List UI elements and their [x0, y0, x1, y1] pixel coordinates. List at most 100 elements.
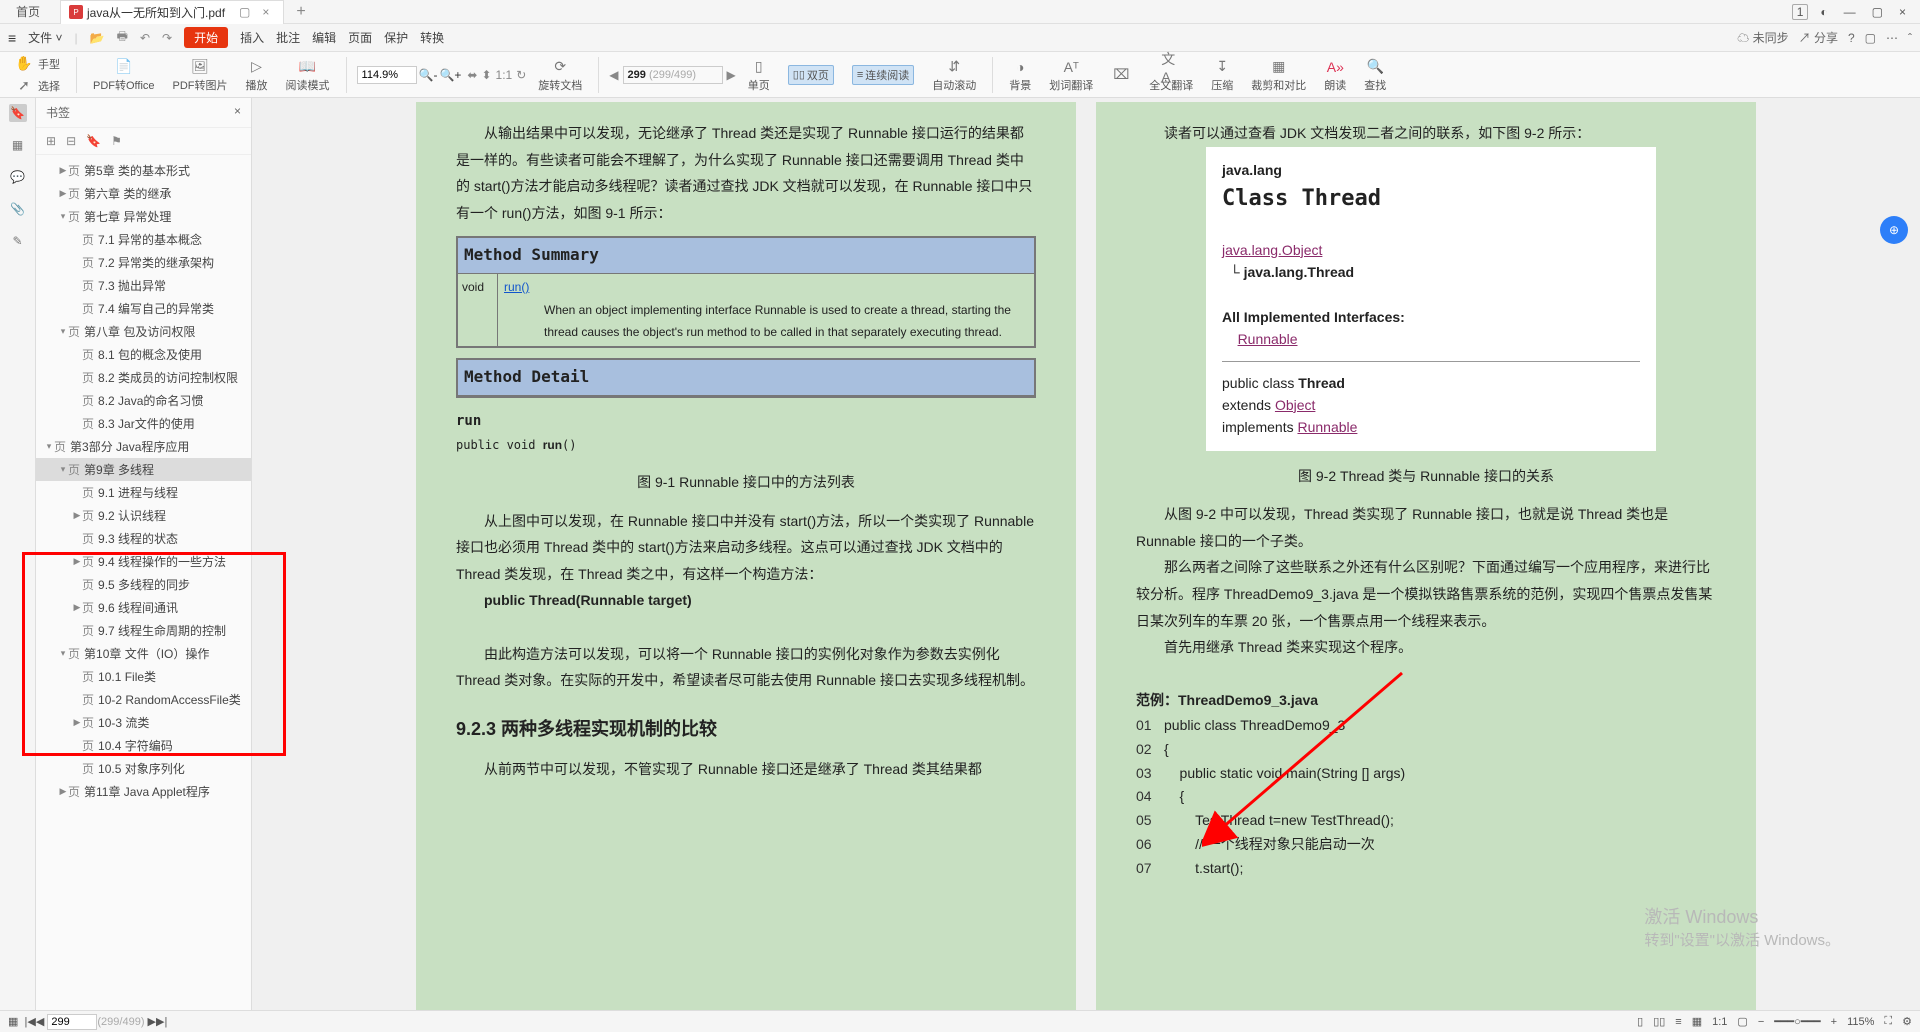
bookmark-item[interactable]: ▾页第10章 文件（IO）操作	[36, 642, 251, 665]
sb-page-input[interactable]	[47, 1014, 97, 1030]
sb-zoom-out-icon[interactable]: −	[1758, 1016, 1764, 1028]
bookmark-item[interactable]: 页7.2 异常类的继承架构	[36, 251, 251, 274]
sb-last-page-icon[interactable]: ▶|	[156, 1015, 167, 1028]
attachment-panel-icon[interactable]: 📎	[9, 200, 27, 218]
menu-start[interactable]: 开始	[184, 27, 228, 48]
bookmark-item[interactable]: ▶页10-3 流类	[36, 711, 251, 734]
menu-file[interactable]: 文件 ˅	[28, 29, 62, 46]
fit-page-icon[interactable]: ⬍	[481, 68, 491, 82]
page-input[interactable]: 299 (299/499)	[623, 66, 723, 84]
menu-annotate[interactable]: 批注	[276, 29, 300, 46]
avatar-icon[interactable]: ◐	[1816, 3, 1831, 21]
bookmark-item[interactable]: ▶页9.6 线程间通讯	[36, 596, 251, 619]
open-icon[interactable]: 📂	[90, 31, 105, 45]
sb-view1-icon[interactable]: ▯	[1637, 1015, 1643, 1028]
hand-tool[interactable]: ✋手型	[8, 54, 66, 74]
javadoc-link[interactable]: java.lang.Object	[1222, 242, 1322, 258]
bookmark-tree[interactable]: ▶页第5章 类的基本形式▶页第六章 类的继承▾页第七章 异常处理页7.1 异常的…	[36, 155, 251, 1010]
background[interactable]: ◑背景	[1003, 57, 1037, 93]
bookmark-item[interactable]: ▾页第八章 包及访问权限	[36, 320, 251, 343]
tab-close-icon[interactable]: ×	[256, 5, 275, 19]
javadoc-link[interactable]: Object	[1275, 397, 1315, 413]
bookmark-item[interactable]: 页9.5 多线程的同步	[36, 573, 251, 596]
minimize-icon[interactable]: —	[1840, 3, 1860, 21]
read-aloud[interactable]: A»朗读	[1318, 57, 1352, 93]
comment-panel-icon[interactable]: 💬	[9, 168, 27, 186]
collapse-all-icon[interactable]: ⊟	[66, 134, 76, 148]
zoom-input[interactable]	[357, 66, 417, 84]
bookmark-panel-icon[interactable]: 🔖	[9, 104, 27, 122]
document-view[interactable]: 从输出结果中可以发现，无论继承了 Thread 类还是实现了 Runnable …	[252, 98, 1920, 1010]
add-bookmark-icon[interactable]: 🔖	[86, 134, 101, 148]
bookmark-close-icon[interactable]: ×	[234, 104, 241, 121]
crop-compare[interactable]: ▦裁剪和对比	[1245, 57, 1312, 93]
bookmark-item[interactable]: ▶页第5章 类的基本形式	[36, 159, 251, 182]
bookmark-item[interactable]: ▶页9.2 认识线程	[36, 504, 251, 527]
bookmark-item[interactable]: 页8.3 Jar文件的使用	[36, 412, 251, 435]
play-button[interactable]: ▷播放	[240, 57, 274, 93]
sb-1to1-icon[interactable]: 1:1	[1712, 1016, 1727, 1028]
collapse-ribbon-icon[interactable]: ˆ	[1908, 31, 1912, 45]
bookmark-item[interactable]: 页9.1 进程与线程	[36, 481, 251, 504]
bookmark-item[interactable]: ▾页第七章 异常处理	[36, 205, 251, 228]
bookmark-item[interactable]: 页10.5 对象序列化	[36, 757, 251, 780]
bookmark-item[interactable]: ▾页第9章 多线程	[36, 458, 251, 481]
sb-prev-page-icon[interactable]: ◀	[36, 1015, 44, 1028]
bookmark-item[interactable]: 页9.7 线程生命周期的控制	[36, 619, 251, 642]
pdf-to-office[interactable]: 📄PDF转Office	[87, 57, 161, 93]
zoom-out-icon[interactable]: 🔍-	[419, 68, 438, 82]
read-mode[interactable]: 📖阅读模式	[280, 57, 336, 93]
menu-insert[interactable]: 插入	[240, 29, 264, 46]
bookmark-item[interactable]: 页8.2 Java的命名习惯	[36, 389, 251, 412]
more-icon[interactable]: ⋯	[1886, 31, 1898, 45]
menu-protect[interactable]: 保护	[384, 29, 408, 46]
hamburger-icon[interactable]: ≡	[8, 30, 16, 46]
pdf-to-image[interactable]: 🖼PDF转图片	[167, 57, 234, 93]
bookmark-item[interactable]: 页7.3 抛出异常	[36, 274, 251, 297]
undo-icon[interactable]: ↶	[140, 31, 150, 45]
single-page[interactable]: ▯单页	[742, 57, 776, 93]
signature-panel-icon[interactable]: ✎	[9, 232, 27, 250]
actual-size-icon[interactable]: 1:1	[496, 68, 513, 82]
ocr-icon[interactable]: ⌧	[1105, 65, 1137, 85]
close-window-icon[interactable]: ×	[1895, 3, 1910, 21]
bookmark-flag-icon[interactable]: ⚑	[111, 134, 122, 148]
full-translate[interactable]: 文A全文翻译	[1143, 57, 1199, 93]
menu-edit[interactable]: 编辑	[312, 29, 336, 46]
bookmark-item[interactable]: ▶页第11章 Java Applet程序	[36, 780, 251, 803]
sb-view3-icon[interactable]: ≡	[1675, 1016, 1681, 1028]
thumbnail-panel-icon[interactable]: ▦	[9, 136, 27, 154]
sb-fullscreen-icon[interactable]: ⛶	[1884, 1015, 1892, 1028]
select-translate[interactable]: Aᵀ划词翻译	[1043, 57, 1099, 93]
bookmark-item[interactable]: 页8.2 类成员的访问控制权限	[36, 366, 251, 389]
float-action-icon[interactable]: ⊕	[1880, 216, 1908, 244]
sb-next-page-icon[interactable]: ▶	[148, 1015, 156, 1028]
bookmark-item[interactable]: ▶页9.4 线程操作的一些方法	[36, 550, 251, 573]
sb-zoom-label[interactable]: 115%	[1847, 1016, 1874, 1028]
rotate-doc[interactable]: ⟳旋转文档	[532, 57, 588, 93]
pin-icon[interactable]: ▢	[1865, 31, 1876, 45]
expand-all-icon[interactable]: ⊞	[46, 134, 56, 148]
bookmark-item[interactable]: ▾页第3部分 Java程序应用	[36, 435, 251, 458]
bookmark-item[interactable]: ▶页第六章 类的继承	[36, 182, 251, 205]
javadoc-link[interactable]: Runnable	[1238, 331, 1298, 347]
menu-page[interactable]: 页面	[348, 29, 372, 46]
tab-home[interactable]: 首页	[0, 0, 56, 24]
zoom-control[interactable]: 🔍- 🔍+	[357, 66, 462, 84]
sb-more-icon[interactable]: ⚙	[1902, 1015, 1912, 1028]
sb-view4-icon[interactable]: ▦	[1692, 1015, 1702, 1028]
select-tool[interactable]: ➚选择	[8, 76, 66, 96]
bookmark-item[interactable]: 页7.1 异常的基本概念	[36, 228, 251, 251]
menu-convert[interactable]: 转换	[420, 29, 444, 46]
tab-pin-icon[interactable]: ▢	[233, 5, 256, 19]
zoom-in-icon[interactable]: 🔍+	[439, 68, 461, 82]
unsync-label[interactable]: ☁ 未同步	[1737, 29, 1788, 46]
cw-icon[interactable]: ↻	[516, 68, 526, 82]
skin-icon[interactable]: ?	[1848, 31, 1855, 45]
sb-thumb-icon[interactable]: ▦	[8, 1015, 18, 1028]
share-button[interactable]: ↗ 分享	[1799, 29, 1838, 46]
double-page[interactable]: ▯▯双页	[782, 65, 840, 85]
tab-file[interactable]: P java从一无所知到入门.pdf ▢ ×	[60, 0, 284, 24]
new-tab-button[interactable]: +	[290, 3, 311, 21]
javadoc-link[interactable]: Runnable	[1297, 419, 1357, 435]
